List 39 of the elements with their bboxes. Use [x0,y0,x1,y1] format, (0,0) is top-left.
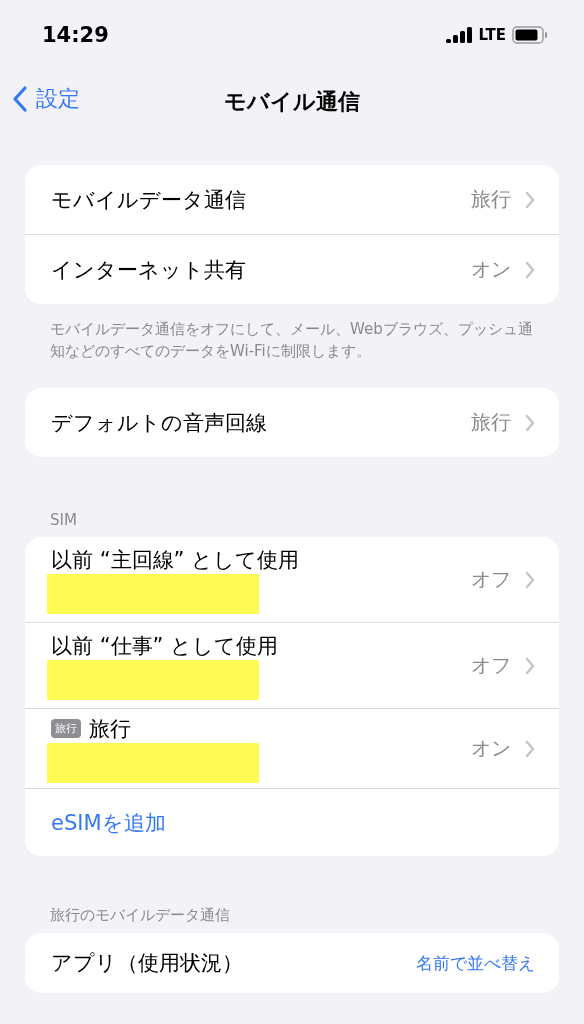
row-label: 以前 “仕事” として使用 [51,632,279,660]
row-label: 旅行 [89,715,131,743]
row-value: 旅行 [471,186,511,213]
chevron-icon [525,413,535,432]
settings-row[interactable]: 以前 “仕事” として使用 オフ [25,622,559,708]
settings-row[interactable]: インターネット共有 オン [25,234,559,304]
chevron-icon [525,190,535,209]
settings-row[interactable]: 以前 “主回線” として使用 オフ [25,537,559,622]
footer-note: モバイルデータ通信をオフにして、メール、Webブラウズ、プッシュ通知などのすべてのデータをWi-Fiに制限します。 [50,319,534,362]
battery-icon [512,26,548,44]
row-label: 以前 “主回線” として使用 [51,546,300,574]
row-value: 旅行 [471,409,511,436]
back-button[interactable]: 設定 [12,84,80,114]
signal-icon [446,27,473,43]
sort-link[interactable]: 名前で並べ替え [416,951,535,975]
section-header: 旅行のモバイルデータ通信 [50,906,231,925]
settings-row[interactable]: モバイルデータ通信 旅行 [25,165,559,234]
chevron-icon [525,656,535,675]
row-label: モバイルデータ通信 [51,186,246,214]
row-value: オフ [471,566,511,593]
sim-badge: 旅行 [51,719,81,738]
add-esim-link[interactable]: eSIMを追加 [51,808,166,837]
status-time: 14:29 [42,23,109,47]
nav-title: モバイル通信 [224,88,360,116]
back-chevron-icon [12,85,28,113]
section-header: SIM [50,511,78,529]
row-label: デフォルトの音声回線 [51,409,267,437]
settings-row[interactable]: 旅行 旅行 オン [25,708,559,788]
chevron-icon [525,570,535,589]
row-value: オン [471,256,511,283]
add-esim-row[interactable]: eSIMを追加 [25,788,559,856]
row-value: オン [471,735,511,762]
row-value: オフ [471,652,511,679]
settings-row[interactable]: デフォルトの音声回線 旅行 [25,388,559,457]
chevron-icon [525,260,535,279]
chevron-icon [525,739,535,758]
network-label: LTE [478,26,506,44]
row-label: インターネット共有 [51,256,246,284]
row-label: アプリ（使用状況） [51,950,244,977]
